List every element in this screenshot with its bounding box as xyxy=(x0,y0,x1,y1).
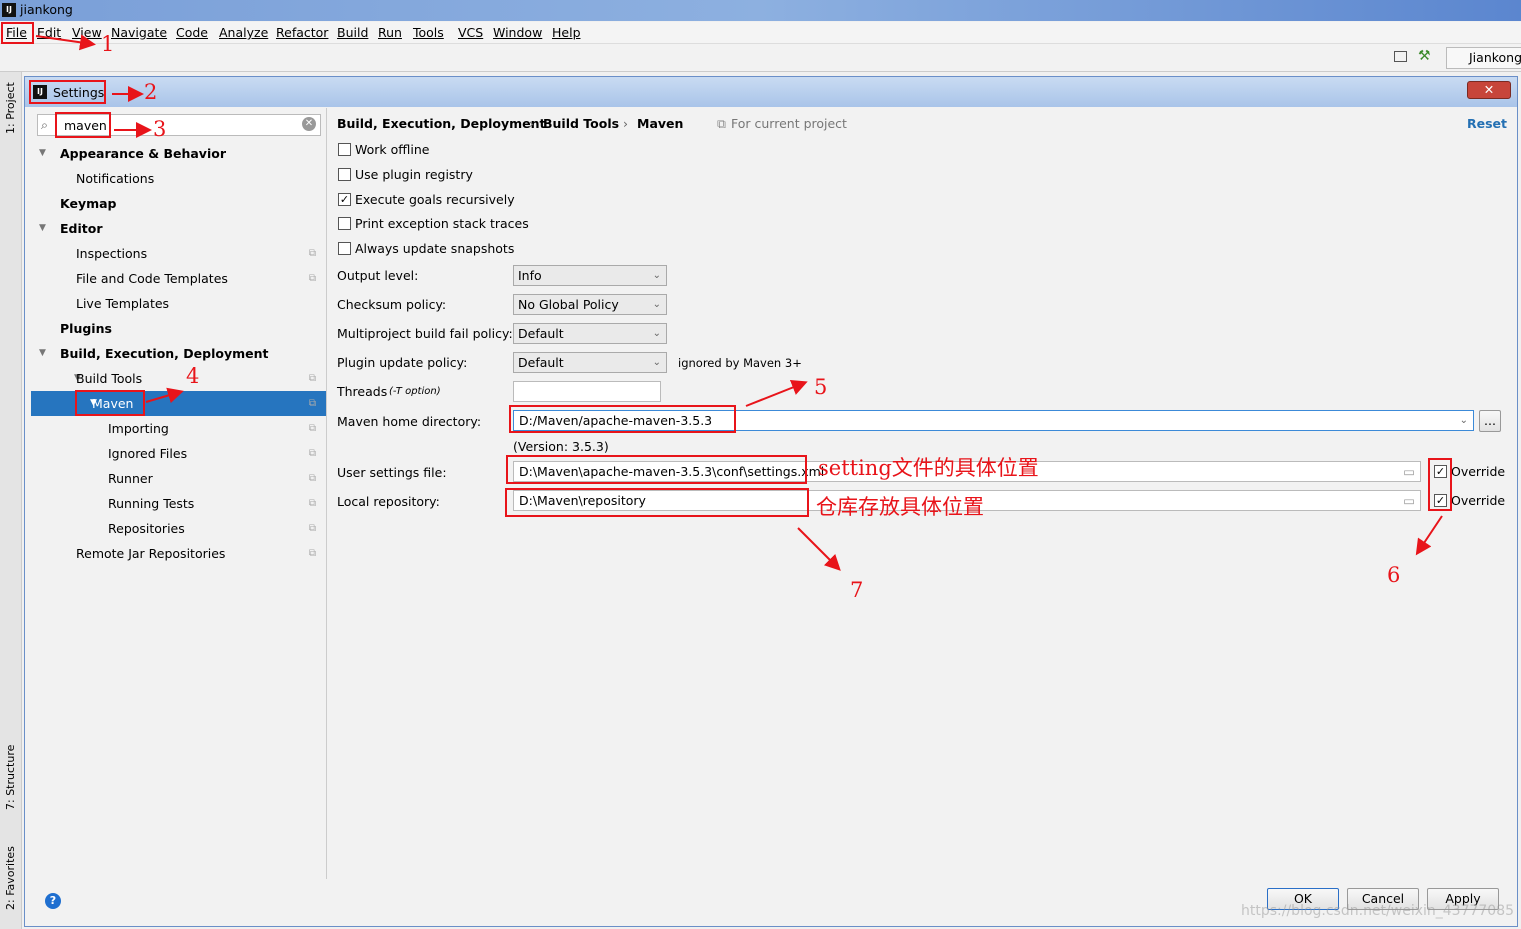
annotation-arrows xyxy=(35,34,1443,571)
